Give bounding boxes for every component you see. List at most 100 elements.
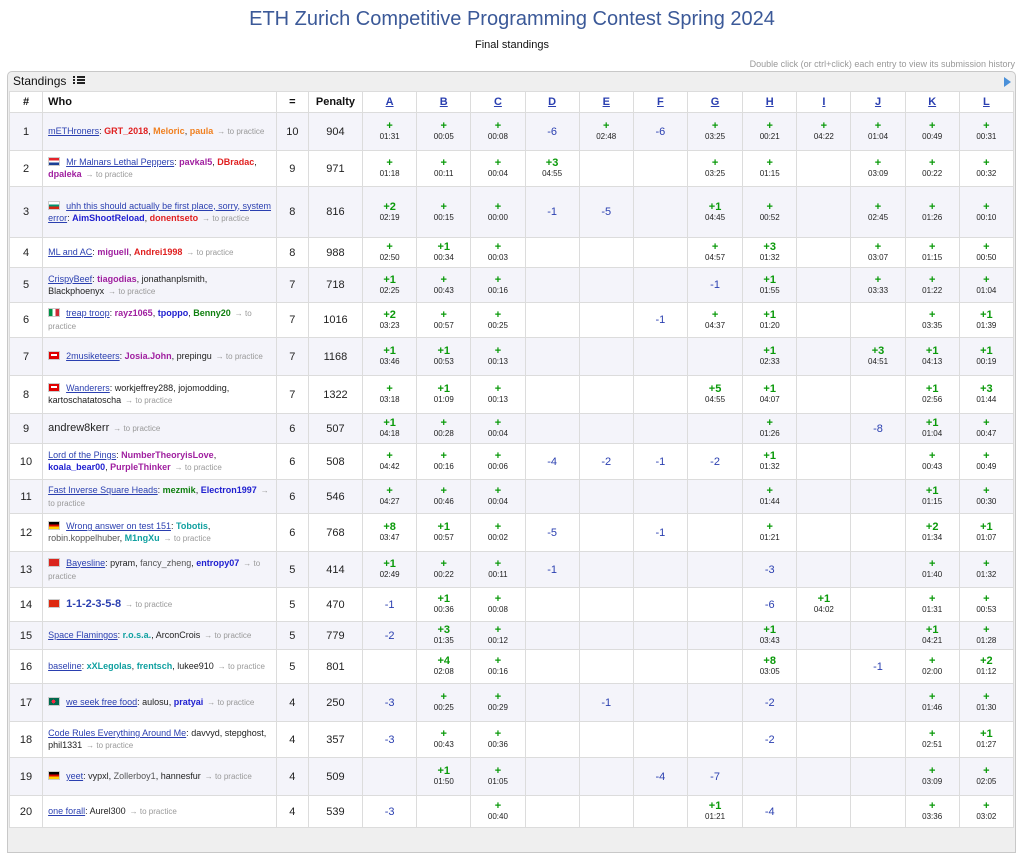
problem-result-cell[interactable]: +3 04:55	[524, 150, 580, 187]
team-name[interactable]: Space Flamingos	[48, 630, 118, 640]
member-name[interactable]: xXLegolas	[87, 661, 132, 671]
problem-result-cell[interactable]: +01:15	[904, 237, 960, 268]
problem-result-cell[interactable]	[796, 721, 852, 758]
problem-result-cell[interactable]	[578, 621, 634, 650]
problem-result-cell[interactable]: +01:18	[362, 150, 418, 187]
problem-result-cell[interactable]	[796, 443, 852, 480]
problem-result-cell[interactable]	[578, 267, 634, 303]
problem-result-cell[interactable]: +2 02:19	[362, 186, 418, 238]
to-practice-link[interactable]: → to practice	[113, 424, 160, 433]
standings-row[interactable]: 12 Wrong answer on test 151: Tobotis, rob…	[8, 513, 1015, 552]
member-name[interactable]: koala_bear00	[48, 462, 105, 472]
problem-result-cell[interactable]	[686, 551, 744, 588]
problem-result-cell[interactable]: +1 02:56	[904, 375, 960, 414]
problem-result-cell[interactable]: +1 01:50	[416, 757, 472, 796]
member-name[interactable]: vypxl	[88, 771, 109, 781]
problem-result-cell[interactable]	[524, 375, 580, 414]
problem-result-cell[interactable]	[578, 375, 634, 414]
standings-row[interactable]: 17 we seek free food: aulosu, pratyai → to…	[8, 683, 1015, 722]
problem-result-cell[interactable]: -6	[524, 112, 580, 151]
problem-c-link[interactable]: C	[494, 96, 502, 108]
problem-result-cell[interactable]: +00:28	[416, 413, 472, 444]
problem-result-cell[interactable]	[578, 649, 634, 684]
problem-result-cell[interactable]: +00:49	[958, 443, 1015, 480]
problem-result-cell[interactable]	[796, 267, 852, 303]
problem-result-cell[interactable]: -3	[742, 551, 798, 588]
problem-result-cell[interactable]	[578, 551, 634, 588]
problem-result-cell[interactable]: +3 01:32	[742, 237, 798, 268]
problem-result-cell[interactable]: +00:25	[416, 683, 472, 722]
problem-result-cell[interactable]: -3	[362, 683, 418, 722]
member-name[interactable]: Blackphoenyx	[48, 286, 104, 296]
team-name[interactable]: one forall	[48, 806, 85, 816]
member-name[interactable]: phil1331	[48, 740, 82, 750]
member-name[interactable]: donentseto	[150, 213, 199, 223]
to-practice-link[interactable]: → to practice	[108, 287, 155, 296]
problem-result-cell[interactable]: +01:04	[850, 112, 906, 151]
problem-j-link[interactable]: J	[875, 96, 881, 108]
problem-result-cell[interactable]: +03:25	[686, 112, 744, 151]
problem-result-cell[interactable]	[416, 795, 472, 828]
problem-result-cell[interactable]	[632, 683, 688, 722]
member-name[interactable]: Zollerboy1	[114, 771, 156, 781]
problem-result-cell[interactable]: +04:42	[362, 443, 418, 480]
member-name[interactable]: robin.koppelhuber	[48, 533, 120, 543]
problem-result-cell[interactable]: +1 04:21	[904, 621, 960, 650]
problem-result-cell[interactable]: +1 03:46	[362, 337, 418, 376]
problem-result-cell[interactable]: +1 01:32	[742, 443, 798, 480]
problem-result-cell[interactable]: +02:51	[904, 721, 960, 758]
problem-result-cell[interactable]: +00:08	[470, 112, 526, 151]
problem-result-cell[interactable]: +02:50	[362, 237, 418, 268]
problem-result-cell[interactable]	[686, 413, 744, 444]
problem-result-cell[interactable]: +04:57	[686, 237, 744, 268]
problem-result-cell[interactable]	[796, 649, 852, 684]
member-name[interactable]: PurpleThinker	[110, 462, 171, 472]
problem-result-cell[interactable]: +00:40	[470, 795, 526, 828]
problem-result-cell[interactable]: +1 01:04	[904, 413, 960, 444]
problem-result-cell[interactable]: +1 00:19	[958, 337, 1015, 376]
problem-result-cell[interactable]: +00:13	[470, 337, 526, 376]
problem-result-cell[interactable]: +01:44	[742, 479, 798, 514]
problem-result-cell[interactable]	[578, 795, 634, 828]
problem-result-cell[interactable]: +00:04	[470, 479, 526, 514]
problem-result-cell[interactable]	[686, 649, 744, 684]
to-practice-link[interactable]: → to practice	[125, 396, 172, 405]
member-name[interactable]: pavkal5	[179, 157, 212, 167]
to-practice-link[interactable]: → to practice	[86, 170, 133, 179]
standings-row[interactable]: 20 one forall: Aurel300 → to practice 4 539-…	[8, 795, 1015, 828]
member-name[interactable]: ArconCrois	[156, 630, 201, 640]
problem-result-cell[interactable]: +01:31	[362, 112, 418, 151]
problem-result-cell[interactable]	[632, 413, 688, 444]
problem-result-cell[interactable]: +00:03	[470, 237, 526, 268]
problem-result-cell[interactable]: +00:15	[416, 186, 472, 238]
list-icon[interactable]	[72, 76, 85, 85]
team-name[interactable]: Wanderers	[66, 383, 110, 393]
standings-row[interactable]: 2 Mr Malnars Lethal Peppers: pavkal5, DBr…	[8, 150, 1015, 187]
problem-result-cell[interactable]	[362, 649, 418, 684]
standings-row[interactable]: 15 Space Flamingos: r.o.s.a., ArconCrois →…	[8, 621, 1015, 650]
to-practice-link[interactable]: → to practice	[202, 214, 249, 223]
problem-result-cell[interactable]: -1	[524, 551, 580, 588]
standings-row[interactable]: 9 andrew8kerr → to practice 6 507 +1 04:18 +00:…	[8, 413, 1015, 444]
problem-result-cell[interactable]	[796, 795, 852, 828]
problem-result-cell[interactable]	[524, 649, 580, 684]
problem-result-cell[interactable]: +2 01:34	[904, 513, 960, 552]
to-practice-link[interactable]: → to practice	[218, 662, 265, 671]
problem-result-cell[interactable]: +00:25	[470, 302, 526, 338]
problem-result-cell[interactable]	[632, 186, 688, 238]
problem-result-cell[interactable]: -2	[686, 443, 744, 480]
problem-result-cell[interactable]: +03:09	[850, 150, 906, 187]
problem-result-cell[interactable]: +00:47	[958, 413, 1015, 444]
problem-result-cell[interactable]: +01:22	[904, 267, 960, 303]
problem-result-cell[interactable]: +01:31	[904, 587, 960, 622]
problem-result-cell[interactable]	[796, 551, 852, 588]
member-name[interactable]: jonathanplsmith	[142, 274, 205, 284]
problem-result-cell[interactable]: +04:27	[362, 479, 418, 514]
member-name[interactable]: GRT_2018	[104, 126, 148, 136]
member-name[interactable]: jojomodding	[178, 383, 227, 393]
problem-result-cell[interactable]	[796, 683, 852, 722]
problem-result-cell[interactable]: +4 02:08	[416, 649, 472, 684]
problem-result-cell[interactable]	[578, 721, 634, 758]
team-name[interactable]: Bayesline	[66, 558, 105, 568]
problem-result-cell[interactable]: +00:08	[470, 587, 526, 622]
